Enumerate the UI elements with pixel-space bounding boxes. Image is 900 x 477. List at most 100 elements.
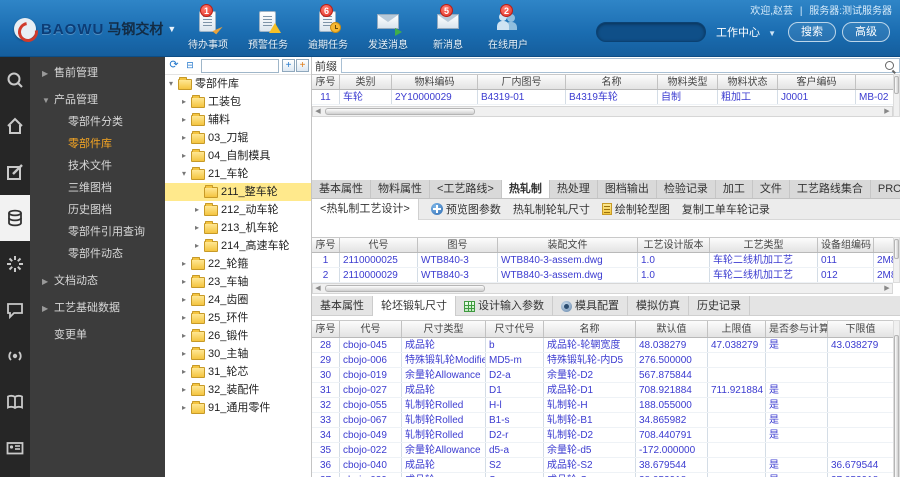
- tree-expand-icon[interactable]: ▸: [182, 363, 191, 381]
- todo-button[interactable]: 1 待办事项: [178, 4, 238, 51]
- dimension-row[interactable]: 29 cbojo-006 特殊锻轧轮Modified MD5-m 特殊锻轧轮-内…: [312, 353, 893, 368]
- app-logo[interactable]: BAOWU 马钢交材 ▼: [14, 18, 176, 40]
- tree-expand-icon[interactable]: ▾: [182, 165, 191, 183]
- send-message-button[interactable]: 发送消息: [358, 10, 418, 51]
- prefix-search-input[interactable]: [341, 58, 900, 73]
- tree-expand-icon[interactable]: ▸: [182, 345, 191, 363]
- dimension-grid-vscrollbar[interactable]: [893, 320, 900, 477]
- database-icon[interactable]: [0, 195, 30, 241]
- tree-node[interactable]: ▸ 工装包: [165, 93, 311, 111]
- broadcast-icon[interactable]: [0, 333, 30, 379]
- dimension-row[interactable]: 37 cbojo-039 成品轮 S 成品轮-S 38.052918 是 37.…: [312, 473, 893, 477]
- tree-expand-icon[interactable]: ▸: [195, 237, 204, 255]
- global-search-input[interactable]: [596, 22, 707, 42]
- material-row[interactable]: 11 车轮 2Y10000029 B4319-01 B4319车轮 自制 粗加工…: [312, 90, 893, 105]
- tree-expand-icon[interactable]: ▸: [182, 399, 191, 417]
- rolling-dims-button[interactable]: 热轧制轮轧尺寸: [513, 201, 590, 217]
- refresh-icon[interactable]: ⟳: [167, 59, 181, 72]
- tree-node[interactable]: ▸ 212_动车轮: [165, 201, 311, 219]
- dimension-row[interactable]: 36 cbojo-040 成品轮 S2 成品轮-S2 38.679544 是 3…: [312, 458, 893, 473]
- tree-expand-icon[interactable]: ▾: [169, 75, 178, 93]
- sidebar-menu-item[interactable]: 历史图档: [30, 199, 165, 221]
- tree-add-blue-button[interactable]: +: [282, 59, 295, 72]
- loading-spinner-icon[interactable]: [0, 241, 30, 287]
- detail-tab[interactable]: 图档输出: [598, 180, 657, 198]
- process-row[interactable]: 1 2110000025 WTB840-3 WTB840-3-assem.dwg…: [312, 253, 893, 268]
- tree-filter-input[interactable]: [201, 58, 279, 73]
- subtab-basic[interactable]: 基本属性: [312, 296, 373, 316]
- detail-tab[interactable]: <工艺路线>: [430, 180, 502, 198]
- tree-expand-icon[interactable]: ▸: [182, 93, 191, 111]
- edit-icon[interactable]: [0, 149, 30, 195]
- tree-node[interactable]: ▸ 31_轮芯: [165, 363, 311, 381]
- tree-expand-icon[interactable]: ▸: [182, 129, 191, 147]
- subtab-history[interactable]: 历史记录: [689, 296, 750, 316]
- tree-node[interactable]: ▸ 22_轮箍: [165, 255, 311, 273]
- sidebar-menu-item[interactable]: 零部件分类: [30, 111, 165, 133]
- tree-expand-icon[interactable]: ▸: [195, 201, 204, 219]
- process-row[interactable]: 2 2110000029 WTB840-3 WTB840-3-assem.dwg…: [312, 268, 893, 283]
- detail-tab[interactable]: 检验记录: [657, 180, 716, 198]
- chat-icon[interactable]: [0, 287, 30, 333]
- detail-tab[interactable]: 热轧制: [501, 180, 550, 198]
- detail-tab[interactable]: 物料属性: [371, 180, 430, 198]
- sidebar-menu-item[interactable]: 零部件动态: [30, 243, 165, 265]
- sidebar-menu-item[interactable]: 技术文件: [30, 155, 165, 177]
- tree-node[interactable]: ▸ 213_机车轮: [165, 219, 311, 237]
- tree-expand-icon[interactable]: ▸: [182, 309, 191, 327]
- subtab-simulation[interactable]: 模拟仿真: [628, 296, 689, 316]
- dimension-row[interactable]: 34 cbojo-049 轧制轮Rolled D2-r 轧制轮-D2 708.4…: [312, 428, 893, 443]
- advanced-search-button[interactable]: 高级: [842, 22, 890, 42]
- detail-tab[interactable]: 文件: [753, 180, 790, 198]
- collapse-tree-icon[interactable]: ⊟: [183, 59, 197, 72]
- tree-node[interactable]: ▸ 214_高速车轮: [165, 237, 311, 255]
- tree-expand-icon[interactable]: ▸: [182, 327, 191, 345]
- dimension-row[interactable]: 28 cbojo-045 成品轮 b 成品轮-轮辋宽度 48.038279 47…: [312, 338, 893, 353]
- tree-node[interactable]: ▾ 21_车轮: [165, 165, 311, 183]
- tree-expand-icon[interactable]: ▸: [182, 273, 191, 291]
- copy-workorder-button[interactable]: 复制工单车轮记录: [682, 201, 770, 217]
- tree-expand-icon[interactable]: ▸: [195, 219, 204, 237]
- material-grid-vscrollbar[interactable]: [893, 74, 900, 117]
- detail-tab[interactable]: PRO文件: [871, 180, 900, 198]
- process-grid-vscrollbar[interactable]: [893, 237, 900, 283]
- tree-expand-icon[interactable]: ▸: [182, 255, 191, 273]
- wheel-profile-button[interactable]: 绘制轮型图: [601, 201, 670, 217]
- home-icon[interactable]: [0, 103, 30, 149]
- subtab-design-input[interactable]: 设计输入参数: [456, 296, 553, 316]
- tree-node[interactable]: ▸ 26_锻件: [165, 327, 311, 345]
- book-icon[interactable]: [0, 379, 30, 425]
- sidebar-menu-item[interactable]: 零部件引用查询: [30, 221, 165, 243]
- hot-rolling-design-tab[interactable]: <热轧制工艺设计>: [312, 198, 419, 220]
- tree-node[interactable]: ▸ 24_齿圈: [165, 291, 311, 309]
- dimension-row[interactable]: 30 cbojo-019 余量轮Allowance D2-a 余量轮-D2 56…: [312, 368, 893, 383]
- dimension-row[interactable]: 32 cbojo-055 轧制轮Rolled H-l 轧制轮-H 188.055…: [312, 398, 893, 413]
- sidebar-menu-item[interactable]: ▶ 文档动态: [30, 270, 165, 292]
- sidebar-menu-item[interactable]: ▶ 售前管理: [30, 62, 165, 84]
- sidebar-menu-item[interactable]: ▼ 产品管理: [30, 89, 165, 111]
- subtab-mold-config[interactable]: 模具配置: [553, 296, 628, 316]
- app-module-icon[interactable]: [0, 57, 30, 103]
- online-users-button[interactable]: 2 在线用户: [478, 4, 538, 51]
- overdue-tasks-button[interactable]: 6 逾期任务: [298, 4, 358, 51]
- new-message-button[interactable]: 5 新消息: [418, 4, 478, 51]
- detail-tab[interactable]: 热处理: [550, 180, 598, 198]
- tree-node[interactable]: ▸ 30_主轴: [165, 345, 311, 363]
- tree-node[interactable]: ▸ 23_车轴: [165, 273, 311, 291]
- id-card-icon[interactable]: [0, 425, 30, 471]
- tree-node[interactable]: ▾ 零部件库: [165, 75, 311, 93]
- dimension-row[interactable]: 31 cbojo-027 成品轮 D1 成品轮-D1 708.921884 71…: [312, 383, 893, 398]
- detail-tab[interactable]: 加工: [716, 180, 753, 198]
- dimension-row[interactable]: 33 cbojo-067 轧制轮Rolled B1-s 轧制轮-B1 34.86…: [312, 413, 893, 428]
- tree-expand-icon[interactable]: ▸: [182, 111, 191, 129]
- tree-node[interactable]: ▸ 辅料: [165, 111, 311, 129]
- tree-expand-icon[interactable]: ▸: [182, 291, 191, 309]
- sidebar-menu-item[interactable]: 变更单: [30, 324, 165, 346]
- tree-node[interactable]: ▸ 91_通用零件: [165, 399, 311, 417]
- detail-tab[interactable]: 基本属性: [312, 180, 371, 198]
- tree-add-orange-button[interactable]: +: [296, 59, 309, 72]
- tree-node[interactable]: ▸ 25_环件: [165, 309, 311, 327]
- process-grid-hscrollbar[interactable]: ◀ ▶: [312, 283, 893, 294]
- tree-node[interactable]: 211_整车轮: [165, 183, 311, 201]
- alert-tasks-button[interactable]: 预警任务: [238, 10, 298, 51]
